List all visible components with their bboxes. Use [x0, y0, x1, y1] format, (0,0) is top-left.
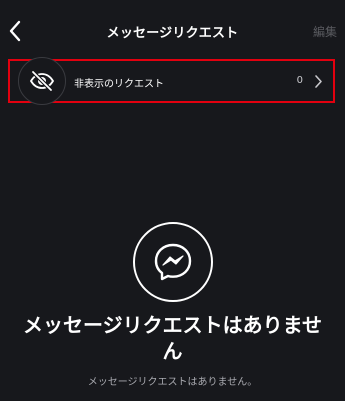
empty-state-title: メッセージリクエストはありません	[23, 313, 322, 363]
hidden-requests-row[interactable]: 非表示のリクエスト 0	[8, 57, 335, 105]
empty-state-subtitle: メッセージリクエストはありません。	[87, 377, 258, 388]
header: メッセージリクエスト 編集	[0, 0, 345, 60]
eye-slash-icon	[29, 70, 55, 92]
hidden-requests-label: 非表示のリクエスト	[74, 79, 164, 90]
edit-button[interactable]: 編集	[313, 23, 337, 40]
page-title: メッセージリクエスト	[106, 26, 239, 41]
hidden-requests-avatar	[18, 57, 66, 105]
messenger-icon	[154, 243, 192, 281]
messenger-icon-circle	[133, 222, 213, 302]
message-requests-screen: メッセージリクエスト 編集 非表示のリクエスト 0 メッセージリクエストはありま…	[0, 0, 345, 401]
hidden-requests-count: 0	[296, 75, 303, 86]
chevron-right-icon	[311, 72, 325, 90]
